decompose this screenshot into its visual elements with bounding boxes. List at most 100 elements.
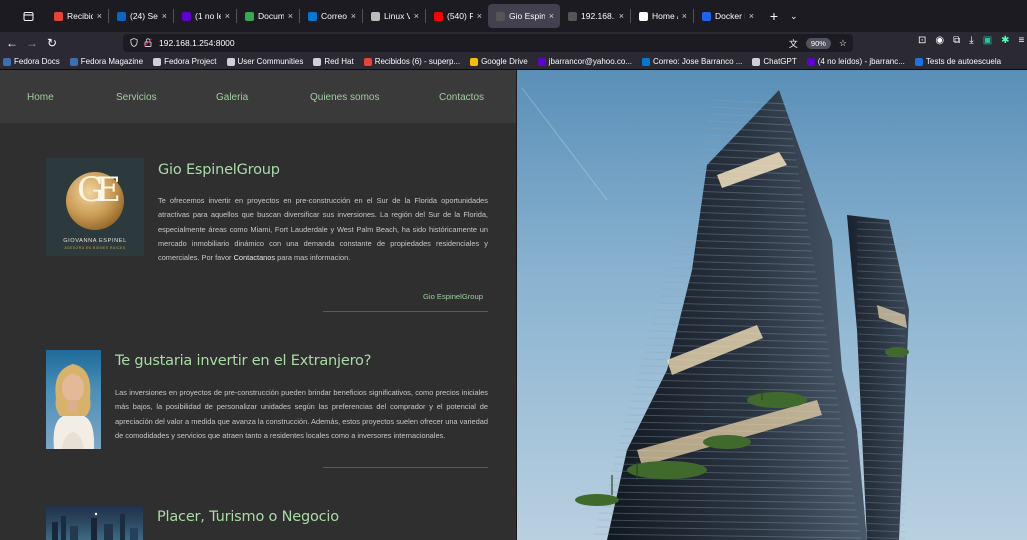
tab-favicon-icon <box>702 11 711 21</box>
tab-close-icon[interactable]: × <box>351 11 356 21</box>
url-text[interactable]: 192.168.1.254:8000 <box>159 38 235 48</box>
tab-close-icon[interactable]: × <box>162 11 167 21</box>
tab-overview-icon[interactable] <box>18 6 38 26</box>
tab-favicon-icon <box>434 11 443 21</box>
tab-favicon-icon <box>117 11 126 21</box>
logo-initials: GE <box>77 170 121 210</box>
browser-tab[interactable]: (540) Primer × <box>426 4 488 28</box>
tab-close-icon[interactable]: × <box>749 11 754 21</box>
browser-tab[interactable]: Correo: Jose × <box>300 4 362 28</box>
card-title-placer-turismo-negocio: Placer, Turismo o Negocio <box>157 509 339 525</box>
tab-close-icon[interactable]: × <box>414 11 419 21</box>
nav-link-servicios[interactable]: Servicios <box>116 92 157 103</box>
card-body-text-end: para mas informacion. <box>277 253 351 263</box>
nav-link-galeria[interactable]: Galeria <box>216 92 248 103</box>
browser-tab[interactable]: Home / X × <box>631 4 693 28</box>
browser-tab[interactable]: Documentos × <box>237 4 299 28</box>
browser-tab[interactable]: Gio EspinelGrou × <box>488 4 560 28</box>
browser-tab[interactable]: Linux Virtu × <box>363 4 425 28</box>
tab-title: Home / X <box>652 11 678 21</box>
tab-close-icon[interactable]: × <box>477 11 482 21</box>
bookmark-item[interactable]: Google Drive <box>470 57 528 66</box>
company-logo: GE GIOVANNA ESPINEL ASESORA EN BIENES RA… <box>46 158 144 256</box>
bookmark-label: Fedora Docs <box>14 57 60 66</box>
tab-favicon-icon <box>182 11 191 21</box>
browser-tab[interactable]: Recibidos (3) × <box>46 4 108 28</box>
tab-title: Gio EspinelGrou <box>509 11 545 21</box>
zoom-level-badge[interactable]: 90% <box>805 37 831 49</box>
bookmark-star-icon[interactable]: ☆ <box>839 38 847 49</box>
tab-close-icon[interactable]: × <box>619 11 624 21</box>
content-column: Home Servicios Galeria Quienes somos Con… <box>0 70 516 540</box>
tab-favicon-icon <box>54 11 63 21</box>
new-tab-button[interactable]: + <box>766 8 782 24</box>
tab-favicon-icon <box>245 11 254 21</box>
back-arrow-icon[interactable]: ← <box>3 36 21 50</box>
account-icon[interactable]: ◉ <box>935 35 944 46</box>
bookmark-label: Fedora Magazine <box>80 57 144 66</box>
bookmark-favicon-icon <box>752 57 761 66</box>
logo-name: GIOVANNA ESPINEL <box>63 238 127 244</box>
translate-icon[interactable]: 文 <box>789 37 798 50</box>
tab-close-icon[interactable]: × <box>225 11 230 21</box>
bookmark-item[interactable]: Fedora Docs <box>3 57 60 66</box>
tab-favicon-icon <box>639 11 648 21</box>
divider <box>323 311 488 312</box>
hero-tower-image <box>516 70 1027 540</box>
bookmark-item[interactable]: ChatGPT <box>752 57 797 66</box>
card-body-invest-florida: Te ofrecemos invertir en proyectos en pr… <box>158 194 488 265</box>
divider <box>323 467 488 468</box>
bookmark-item[interactable]: Tests de autoescuela <box>914 57 1001 66</box>
bookmark-label: Google Drive <box>481 57 528 66</box>
tab-title: Correo: Jose <box>321 11 347 21</box>
bookmark-label: jbarrancor@yahoo.co... <box>548 57 633 66</box>
browser-tab[interactable]: Docker Hub × <box>694 4 760 28</box>
tab-close-icon[interactable]: × <box>549 11 554 21</box>
bookmark-item[interactable]: Fedora Magazine <box>69 57 144 66</box>
contactanos-link[interactable]: Contactanos <box>234 253 276 262</box>
pocket-icon[interactable]: ⊡ <box>918 35 926 46</box>
bookmark-item[interactable]: Recibidos (6) - superp... <box>363 57 461 66</box>
extensions-icon[interactable]: ⧉ <box>953 35 960 46</box>
browser-tab[interactable]: (1 no leído) - × <box>174 4 236 28</box>
bookmark-favicon-icon <box>470 57 479 66</box>
bookmark-item[interactable]: Fedora Project <box>153 57 217 66</box>
browser-tab[interactable]: 192.168.1.254:80 × <box>560 4 630 28</box>
bookmark-item[interactable]: Correo: Jose Barranco ... <box>642 57 742 66</box>
bookmark-label: User Communities <box>237 57 304 66</box>
tab-title: (1 no leído) - <box>195 11 221 21</box>
downloads-icon[interactable]: ⤓ <box>969 35 973 46</box>
url-bar[interactable]: 192.168.1.254:8000 文 90% ☆ <box>123 34 853 52</box>
green-extension-icon[interactable]: ▣ <box>983 35 992 46</box>
reload-icon[interactable]: ↻ <box>43 36 61 50</box>
bookmark-favicon-icon <box>363 57 372 66</box>
bookmark-favicon-icon <box>226 57 235 66</box>
list-tabs-chevron-icon[interactable]: ⌄ <box>790 11 798 22</box>
card-signature[interactable]: Gio EspinelGroup <box>423 292 483 301</box>
menu-icon[interactable]: ≡ <box>1019 35 1025 46</box>
bookmark-item[interactable]: User Communities <box>226 57 304 66</box>
browser-tab[interactable]: (24) Servicios × <box>109 4 173 28</box>
bookmark-label: Recibidos (6) - superp... <box>374 57 461 66</box>
browser-navigation-bar: ← → ↻ 192.168.1.254:8000 文 90% ☆ ⊡ ◉ ⧉ ⤓… <box>0 32 1027 54</box>
bookmark-item[interactable]: (4 no leídos) - jbarranc... <box>806 57 905 66</box>
tab-title: Recibidos (3) <box>67 11 93 21</box>
tab-close-icon[interactable]: × <box>97 11 102 21</box>
nav-link-quienes-somos[interactable]: Quienes somos <box>310 92 379 103</box>
bookmark-label: Fedora Project <box>164 57 217 66</box>
bookmark-favicon-icon <box>642 57 651 66</box>
shield-icon[interactable] <box>127 37 141 49</box>
nav-link-contactos[interactable]: Contactos <box>439 92 484 103</box>
bookmark-item[interactable]: Red Hat <box>313 57 354 66</box>
bookmark-label: ChatGPT <box>763 57 797 66</box>
insecure-page-icon[interactable] <box>141 37 155 49</box>
nav-link-home[interactable]: Home <box>27 92 54 103</box>
bookmark-item[interactable]: jbarrancor@yahoo.co... <box>537 57 633 66</box>
tab-close-icon[interactable]: × <box>288 11 293 21</box>
green-puzzle-icon[interactable]: ✱ <box>1001 35 1009 46</box>
bookmark-label: (4 no leídos) - jbarranc... <box>817 57 905 66</box>
web-page: Home Servicios Galeria Quienes somos Con… <box>0 70 1027 540</box>
tab-close-icon[interactable]: × <box>682 11 687 21</box>
bookmarks-toolbar: Fedora Docs Fedora Magazine Fedora Project… <box>0 54 1027 70</box>
forward-arrow-icon[interactable]: → <box>23 36 41 50</box>
